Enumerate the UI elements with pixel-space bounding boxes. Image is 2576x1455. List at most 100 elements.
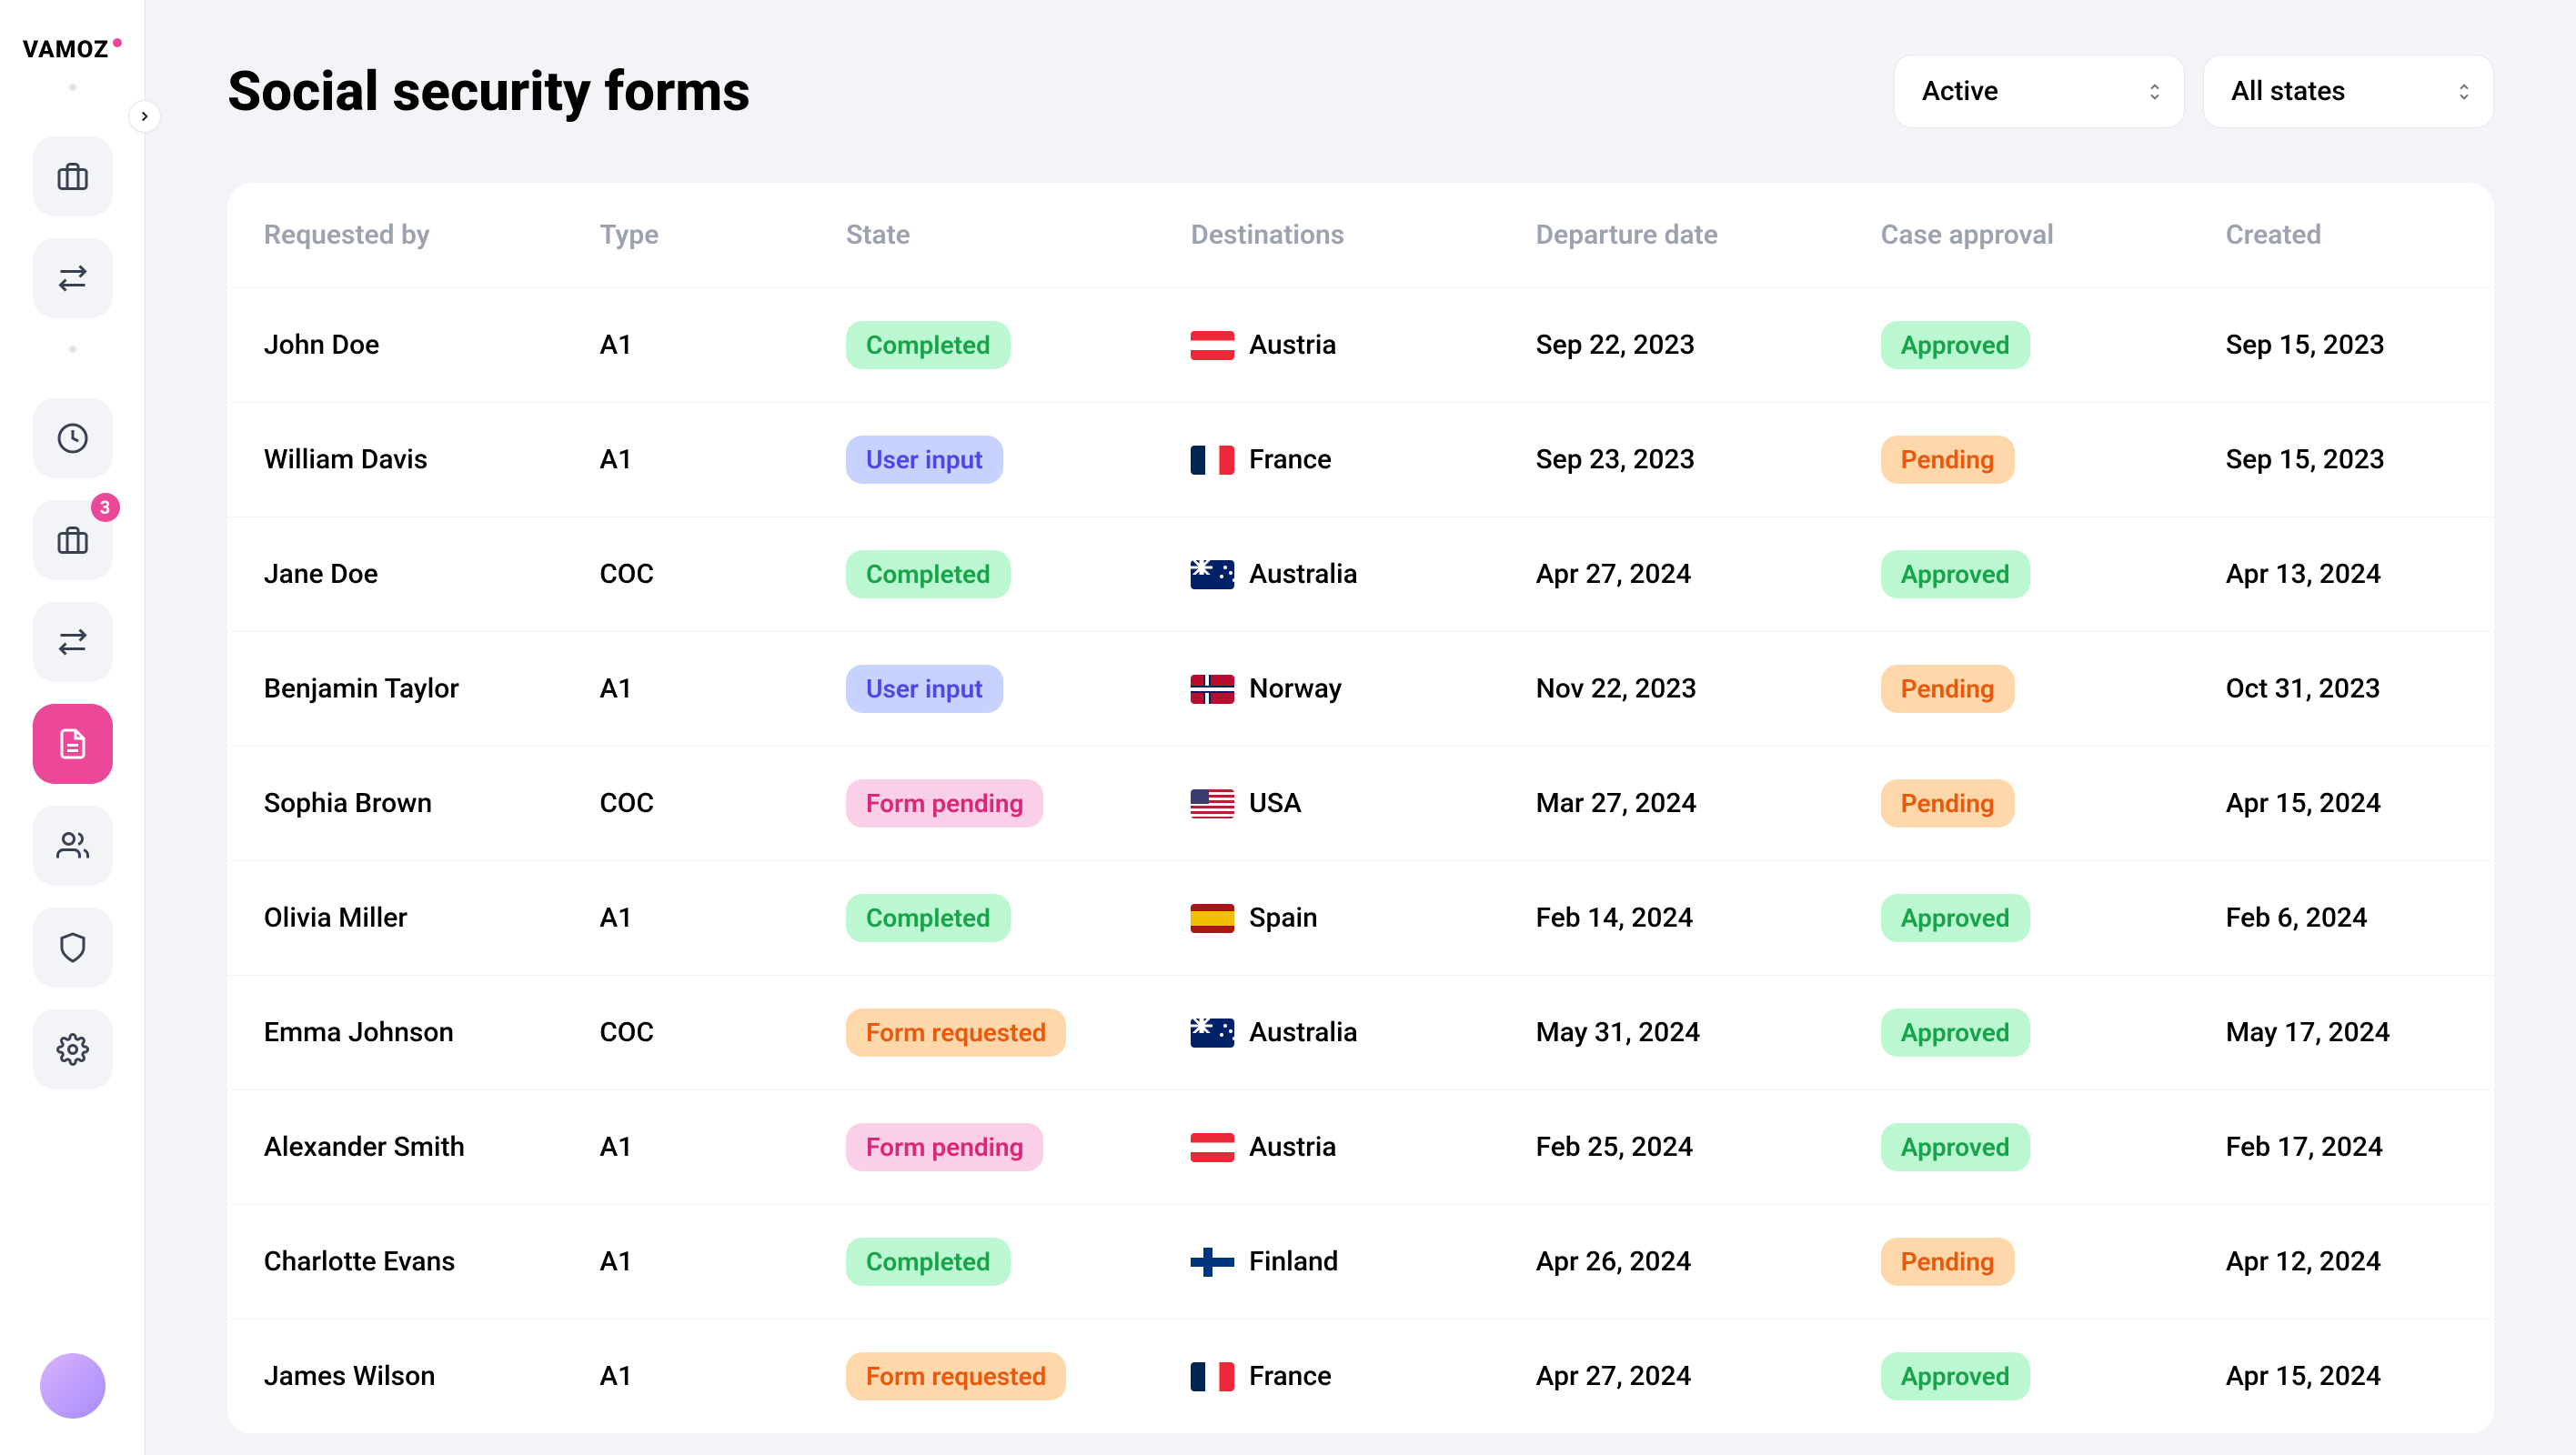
- flag-icon: [1191, 560, 1234, 589]
- cell-created: Apr 12, 2024: [2199, 1205, 2494, 1320]
- col-requested-by[interactable]: Requested by: [227, 183, 572, 288]
- cell-created: Sep 15, 2023: [2199, 403, 2494, 517]
- state-badge: Form requested: [846, 1008, 1066, 1057]
- flag-icon: [1191, 1362, 1234, 1391]
- swap-icon: [56, 262, 89, 295]
- cell-departure: Feb 25, 2024: [1509, 1090, 1854, 1205]
- cell-destination: USA: [1163, 747, 1508, 861]
- cell-requested-by: Olivia Miller: [227, 861, 572, 976]
- table-row[interactable]: Jane Doe COC Completed Australia Apr 27,…: [227, 517, 2494, 632]
- cell-approval: Approved: [1854, 861, 2199, 976]
- cell-state: User input: [819, 403, 1163, 517]
- cell-requested-by: Alexander Smith: [227, 1090, 572, 1205]
- col-departure-date[interactable]: Departure date: [1509, 183, 1854, 288]
- state-badge: Form requested: [846, 1352, 1066, 1400]
- cell-state: Form requested: [819, 1320, 1163, 1434]
- cell-approval: Approved: [1854, 288, 2199, 403]
- col-type[interactable]: Type: [572, 183, 819, 288]
- approval-badge: Approved: [1881, 321, 2030, 369]
- approval-badge: Approved: [1881, 1008, 2030, 1057]
- cell-created: Feb 17, 2024: [2199, 1090, 2494, 1205]
- gauge-icon: [56, 422, 89, 455]
- nav-dashboard[interactable]: [33, 398, 113, 478]
- briefcase-icon: [56, 524, 89, 557]
- cell-type: COC: [572, 517, 819, 632]
- avatar[interactable]: [40, 1353, 106, 1419]
- logo-dot-icon: [113, 38, 122, 47]
- cell-type: A1: [572, 1090, 819, 1205]
- filter-status-value: Active: [1922, 75, 1998, 107]
- flag-icon: [1191, 1018, 1234, 1048]
- nav-swap[interactable]: [33, 238, 113, 318]
- col-destinations[interactable]: Destinations: [1163, 183, 1508, 288]
- cell-destination: France: [1163, 1320, 1508, 1434]
- table-row[interactable]: Sophia Brown COC Form pending USA Mar 27…: [227, 747, 2494, 861]
- state-badge: Completed: [846, 550, 1011, 598]
- destination-label: USA: [1249, 788, 1302, 819]
- nav-people[interactable]: [33, 806, 113, 886]
- cell-state: Form pending: [819, 747, 1163, 861]
- cell-departure: Feb 14, 2024: [1509, 861, 1854, 976]
- nav-cases[interactable]: 3: [33, 500, 113, 580]
- table-row[interactable]: James Wilson A1 Form requested France Ap…: [227, 1320, 2494, 1434]
- table-row[interactable]: Olivia Miller A1 Completed Spain Feb 14,…: [227, 861, 2494, 976]
- nav-settings[interactable]: [33, 1009, 113, 1089]
- cell-type: A1: [572, 1320, 819, 1434]
- destination-label: Austria: [1249, 329, 1336, 361]
- table-row[interactable]: John Doe A1 Completed Austria Sep 22, 20…: [227, 288, 2494, 403]
- destination-label: Norway: [1249, 673, 1342, 705]
- cell-requested-by: William Davis: [227, 403, 572, 517]
- cell-requested-by: Sophia Brown: [227, 747, 572, 861]
- nav-section-1: [33, 136, 113, 318]
- cell-type: A1: [572, 403, 819, 517]
- table-row[interactable]: William Davis A1 User input France Sep 2…: [227, 403, 2494, 517]
- cell-approval: Pending: [1854, 403, 2199, 517]
- table-row[interactable]: Charlotte Evans A1 Completed Finland Apr…: [227, 1205, 2494, 1320]
- col-case-approval[interactable]: Case approval: [1854, 183, 2199, 288]
- cell-destination: France: [1163, 403, 1508, 517]
- table-row[interactable]: Alexander Smith A1 Form pending Austria …: [227, 1090, 2494, 1205]
- approval-badge: Pending: [1881, 779, 2015, 828]
- cell-approval: Approved: [1854, 1320, 2199, 1434]
- approval-badge: Approved: [1881, 894, 2030, 942]
- destination-label: Spain: [1249, 902, 1318, 934]
- approval-badge: Pending: [1881, 436, 2015, 484]
- main-content: Social security forms Active All states: [146, 0, 2576, 1455]
- destination-label: Australia: [1249, 1017, 1358, 1049]
- approval-badge: Approved: [1881, 1352, 2030, 1400]
- flag-icon: [1191, 904, 1234, 933]
- flag-icon: [1191, 446, 1234, 475]
- state-badge: Completed: [846, 321, 1011, 369]
- destination-label: Finland: [1249, 1246, 1338, 1278]
- nav-forms[interactable]: [33, 704, 113, 784]
- chevron-up-down-icon: [2148, 82, 2162, 102]
- nav-security[interactable]: [33, 908, 113, 988]
- briefcase-icon: [56, 160, 89, 193]
- shield-icon: [56, 931, 89, 964]
- nav-badge: 3: [91, 493, 120, 522]
- nav-briefcase[interactable]: [33, 136, 113, 216]
- table-row[interactable]: Emma Johnson COC Form requested Australi…: [227, 976, 2494, 1090]
- filter-status-select[interactable]: Active: [1894, 55, 2185, 128]
- col-state[interactable]: State: [819, 183, 1163, 288]
- table-row[interactable]: Benjamin Taylor A1 User input Norway Nov…: [227, 632, 2494, 747]
- cell-type: A1: [572, 288, 819, 403]
- state-badge: User input: [846, 436, 1003, 484]
- sidebar: VAMOZ 3: [0, 0, 146, 1455]
- state-badge: Form pending: [846, 1123, 1043, 1171]
- cell-created: May 17, 2024: [2199, 976, 2494, 1090]
- approval-badge: Approved: [1881, 550, 2030, 598]
- destination-label: Australia: [1249, 558, 1358, 590]
- col-created[interactable]: Created: [2199, 183, 2494, 288]
- cell-state: Completed: [819, 288, 1163, 403]
- cell-created: Sep 15, 2023: [2199, 288, 2494, 403]
- cell-created: Apr 15, 2024: [2199, 747, 2494, 861]
- cell-type: A1: [572, 861, 819, 976]
- expand-sidebar-button[interactable]: [128, 100, 161, 133]
- flag-icon: [1191, 675, 1234, 704]
- section-dot-icon: [69, 84, 76, 91]
- table-header-row: Requested by Type State Destinations Dep…: [227, 183, 2494, 288]
- cell-departure: Nov 22, 2023: [1509, 632, 1854, 747]
- filter-state-select[interactable]: All states: [2203, 55, 2494, 128]
- nav-transfers[interactable]: [33, 602, 113, 682]
